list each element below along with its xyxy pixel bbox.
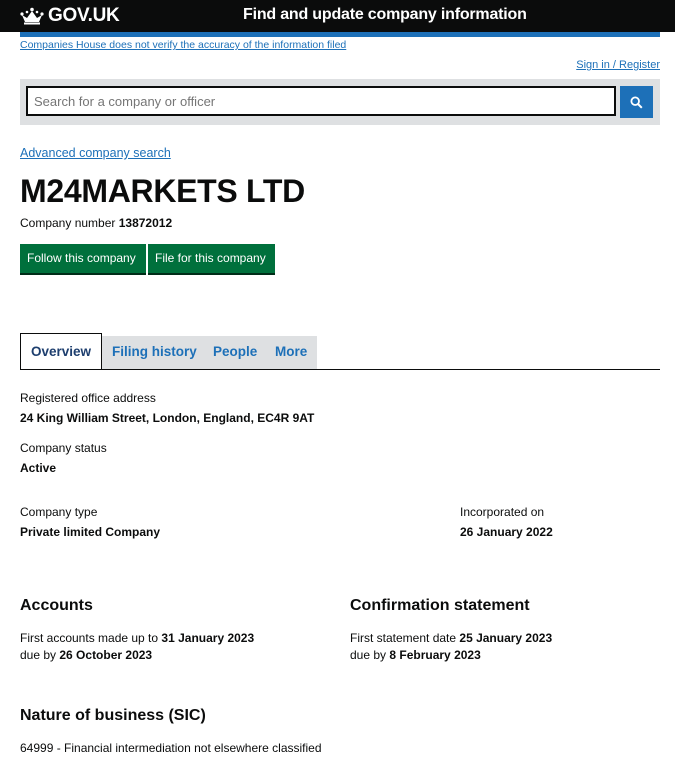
logo-text: GOV.UK	[48, 5, 120, 26]
sign-in-register-link[interactable]: Sign in / Register	[576, 59, 660, 71]
company-number-label: Company number	[20, 216, 116, 230]
accounts-made-up: First accounts made up to 31 January 202…	[20, 631, 254, 645]
search-input[interactable]	[26, 86, 616, 116]
confirmation-heading: Confirmation statement	[350, 597, 530, 614]
accounts-heading: Accounts	[20, 597, 93, 614]
disclaimer-link[interactable]: Companies House does not verify the accu…	[20, 39, 346, 51]
search-button[interactable]	[620, 86, 653, 118]
company-number: Company number 13872012	[20, 216, 172, 230]
accounts-made-up-date: 31 January 2023	[161, 631, 255, 645]
confirmation-date: First statement date 25 January 2023	[350, 631, 552, 645]
govuk-logo[interactable]: GOV.UK	[20, 4, 120, 28]
confirmation-due-label: due by	[350, 648, 387, 662]
accounts-due-date: 26 October 2023	[59, 648, 153, 662]
tab-people[interactable]: People	[203, 336, 268, 369]
search-panel	[20, 79, 660, 125]
sic-heading: Nature of business (SIC)	[20, 707, 206, 724]
registered-office-address: 24 King William Street, London, England,…	[20, 411, 315, 425]
service-name[interactable]: Find and update company information	[243, 6, 527, 24]
company-type-label: Company type	[20, 505, 98, 519]
accounts-made-up-label: First accounts made up to	[20, 631, 159, 645]
sic-entry: 64999 - Financial intermediation not els…	[20, 741, 322, 755]
incorporated-value: 26 January 2022	[460, 525, 553, 539]
confirmation-date-value: 25 January 2023	[459, 631, 553, 645]
registered-office-label: Registered office address	[20, 391, 156, 405]
incorporated-label: Incorporated on	[460, 505, 545, 519]
company-type-value: Private limited Company	[20, 525, 161, 539]
accounts-due: due by 26 October 2023	[20, 648, 152, 662]
confirmation-date-label: First statement date	[350, 631, 457, 645]
accounts-due-label: due by	[20, 648, 57, 662]
file-for-company-button[interactable]: File for this company	[148, 244, 275, 273]
tab-label: Overview	[31, 344, 92, 359]
crown-icon	[20, 7, 44, 25]
advanced-search-link[interactable]: Advanced company search	[20, 146, 171, 160]
govuk-header: GOV.UK Find and update company informati…	[0, 0, 675, 32]
tabs-divider	[20, 369, 660, 370]
header-stripe	[20, 32, 660, 37]
tab-overview[interactable]: Overview	[20, 333, 103, 370]
follow-company-button[interactable]: Follow this company	[20, 244, 146, 273]
company-name: M24MARKETS LTD	[20, 173, 305, 209]
search-icon	[630, 95, 643, 109]
confirmation-due: due by 8 February 2023	[350, 648, 481, 662]
company-number-value: 13872012	[118, 216, 173, 230]
confirmation-due-date: 8 February 2023	[389, 648, 481, 662]
company-status-value: Active	[20, 461, 57, 475]
company-status-label: Company status	[20, 441, 107, 455]
tab-more[interactable]: More	[265, 336, 318, 369]
tab-filing-history[interactable]: Filing history	[102, 336, 207, 369]
